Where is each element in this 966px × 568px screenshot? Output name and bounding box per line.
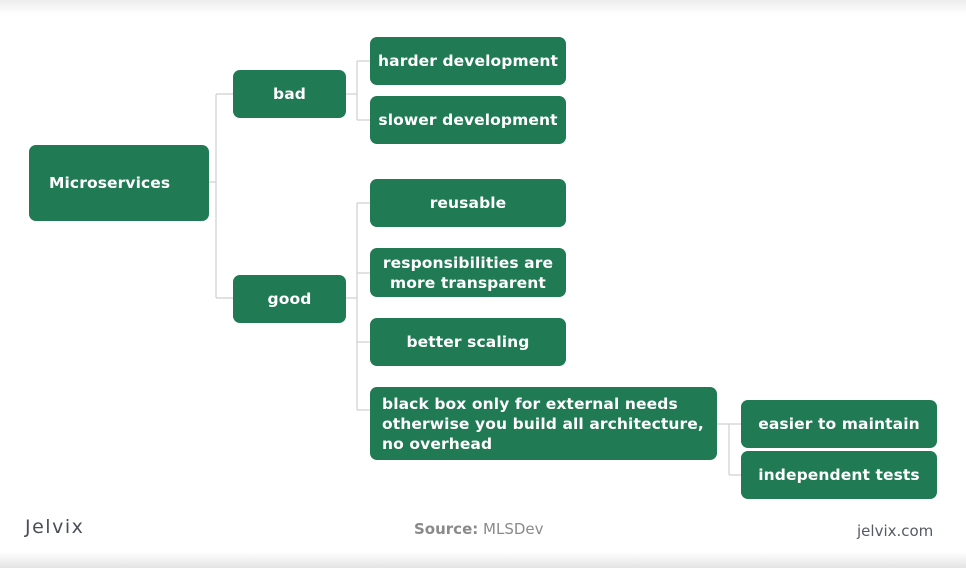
node-better-scaling: better scaling — [370, 318, 566, 366]
node-black-box: black box only for external needs otherw… — [370, 387, 717, 460]
node-label: bad — [273, 85, 306, 103]
node-label: harder development — [378, 52, 558, 70]
node-easier-to-maintain: easier to maintain — [741, 400, 937, 448]
node-label: independent tests — [758, 466, 920, 484]
source-credit: Source: MLSDev — [414, 520, 544, 538]
node-slower-development: slower development — [370, 96, 566, 144]
node-label: slower development — [378, 111, 558, 129]
node-label: good — [267, 290, 312, 308]
node-label: reusable — [429, 194, 507, 212]
bottom-shade — [0, 552, 966, 568]
node-bad: bad — [233, 70, 346, 118]
node-good: good — [233, 275, 346, 323]
node-harder-development: harder development — [370, 37, 566, 85]
node-label: better scaling — [406, 333, 530, 351]
node-label: easier to maintain — [758, 415, 920, 433]
node-label: responsibilities are more transparent — [382, 253, 554, 292]
source-value: MLSDev — [483, 520, 544, 538]
node-label: black box only for external needs otherw… — [382, 394, 704, 453]
node-label: Microservices — [49, 174, 171, 192]
brand-logo: Jelvix — [25, 516, 85, 538]
node-responsibilities: responsibilities are more transparent — [370, 248, 566, 297]
source-label: Source: — [414, 520, 479, 538]
site-url: jelvix.com — [857, 522, 934, 540]
node-reusable: reusable — [370, 179, 566, 227]
node-independent-tests: independent tests — [741, 451, 937, 499]
node-microservices: Microservices — [29, 145, 209, 221]
